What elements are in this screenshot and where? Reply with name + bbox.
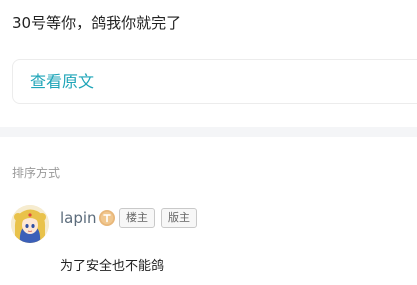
comment-username[interactable]: lapin (60, 208, 97, 228)
post-body-text: 30号等你，鸽我你就完了 (12, 14, 182, 32)
sort-order-button[interactable]: 排序方式 (12, 165, 60, 182)
moderator-tag: 版主 (161, 208, 197, 228)
avatar[interactable] (11, 205, 49, 243)
section-divider (0, 127, 417, 137)
comment-text: 为了安全也不能鸽 (60, 259, 165, 274)
view-original-link[interactable]: 查看原文 (30, 71, 94, 93)
level-badge-icon (99, 210, 115, 226)
view-original-card[interactable]: 查看原文 (12, 59, 417, 104)
avatar-image (11, 205, 49, 243)
thread-owner-tag: 楼主 (119, 208, 155, 228)
